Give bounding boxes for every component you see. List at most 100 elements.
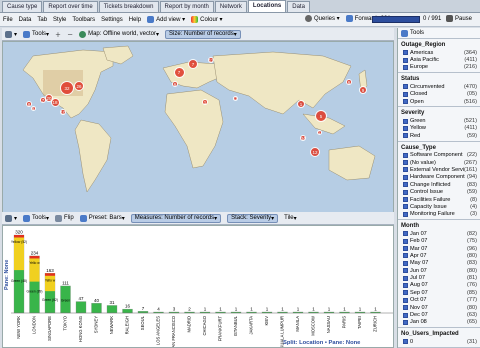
filter-item[interactable]: (No value) (267) — [398, 159, 480, 166]
bar[interactable] — [122, 308, 133, 314]
menu-toolbars[interactable]: Toolbars — [72, 17, 95, 23]
filter-item[interactable]: Yellow (411) — [398, 125, 480, 132]
checkbox[interactable] — [403, 238, 408, 244]
filter-item[interactable]: Asia Pacific (411) — [398, 56, 480, 63]
checkbox[interactable] — [403, 84, 408, 90]
checkbox[interactable] — [403, 204, 408, 210]
filter-item[interactable]: Hardware Component (94) — [398, 174, 480, 181]
map-bubble[interactable]: 7 — [173, 66, 185, 78]
size-selector[interactable]: Size: Number of records ▾ — [165, 29, 241, 39]
checkbox[interactable] — [403, 118, 408, 124]
add-view-button[interactable]: Add view ▾ — [147, 15, 185, 23]
map-bubble[interactable]: 12 — [310, 147, 320, 157]
map-settings-button[interactable]: ▾ — [5, 30, 17, 38]
bar[interactable] — [137, 311, 149, 314]
filter-item[interactable]: Mar 07 (96) — [398, 245, 480, 252]
filter-item[interactable]: Jul 07 (81) — [398, 274, 480, 281]
tab-report-over-time[interactable]: Report over time — [43, 1, 98, 12]
filter-item[interactable]: Europe (216) — [398, 64, 480, 71]
checkbox[interactable] — [403, 297, 408, 303]
filter-item[interactable]: Capacity Issue (4) — [398, 203, 480, 210]
map-bubble[interactable]: 7 — [188, 59, 198, 69]
filter-item[interactable]: Open (516) — [398, 98, 480, 105]
chart-settings-button[interactable]: ▾ — [5, 214, 17, 222]
checkbox[interactable] — [403, 57, 408, 63]
checkbox[interactable] — [403, 197, 408, 203]
tab-data[interactable]: Data — [287, 1, 310, 12]
filter-item[interactable]: Apr 07 (80) — [398, 252, 480, 259]
filter-item[interactable]: Jan 07 (82) — [398, 230, 480, 237]
map-bubble[interactable]: 6 — [172, 81, 178, 87]
menu-style[interactable]: Style — [53, 17, 66, 23]
map-bubble[interactable]: 7 — [40, 97, 46, 103]
flip-button[interactable]: Flip — [55, 214, 74, 222]
checkbox[interactable] — [403, 312, 408, 318]
filter-item[interactable]: Dec 07 (63) — [398, 311, 480, 318]
tab-network[interactable]: Network — [214, 1, 247, 12]
map-bubble[interactable]: 1 — [202, 99, 208, 105]
world-map[interactable]: 32 20 7 18 26 8 5 10 7 7 11 6 1 11 1 5 34 1 12 6 9 — [2, 41, 394, 213]
filter-item[interactable]: Control Issue (59) — [398, 188, 480, 195]
menu-data[interactable]: Data — [19, 17, 32, 23]
checkbox[interactable] — [403, 160, 408, 166]
filter-item[interactable]: Change Inflicted (83) — [398, 181, 480, 188]
filter-item[interactable]: May 07 (83) — [398, 260, 480, 267]
checkbox[interactable] — [403, 231, 408, 237]
checkbox[interactable] — [403, 50, 408, 56]
filter-item[interactable]: Software Component (22) — [398, 152, 480, 159]
checkbox[interactable] — [403, 64, 408, 70]
bar-segment-yellow[interactable] — [29, 255, 40, 282]
bar-chart[interactable]: Pane: None Yellow (52) Green (48) 320 NEW Y… — [2, 225, 394, 348]
map-bubble[interactable]: 26 — [74, 81, 84, 91]
zoom-out-button[interactable]: － — [67, 30, 73, 39]
filter-item[interactable]: Sep 07 (85) — [398, 289, 480, 296]
measures-selector[interactable]: Measures: Number of records ▾ — [130, 213, 222, 223]
checkbox[interactable] — [403, 99, 408, 105]
checkbox[interactable] — [403, 211, 408, 217]
filter-item[interactable]: External Vendor Servi (161) — [398, 166, 480, 173]
bar-segment-red[interactable] — [14, 235, 24, 238]
filter-item[interactable]: Feb 07 (75) — [398, 237, 480, 244]
checkbox[interactable] — [403, 133, 408, 139]
checkbox[interactable] — [403, 125, 408, 131]
checkbox[interactable] — [403, 246, 408, 251]
filter-item[interactable]: Closed (05) — [398, 91, 480, 98]
checkbox[interactable] — [403, 189, 408, 195]
menu-help[interactable]: Help — [129, 17, 141, 23]
zoom-in-button[interactable]: ＋ — [55, 30, 61, 39]
tab-cause-type[interactable]: Cause type — [2, 1, 43, 12]
map-picker[interactable]: Map: Offline world, vector ▾ — [79, 30, 159, 38]
checkbox[interactable] — [403, 260, 408, 266]
bar-segment-red[interactable] — [45, 273, 55, 276]
bar[interactable] — [106, 305, 118, 314]
filter-item[interactable]: Jan 08 (65) — [398, 319, 480, 326]
pause-button[interactable]: Pause — [446, 15, 472, 22]
filter-item[interactable]: Circumvented (470) — [398, 83, 480, 90]
bar-segment-red[interactable] — [29, 255, 40, 259]
filter-item[interactable]: Aug 07 (76) — [398, 282, 480, 289]
tile-selector[interactable]: Tile ▾ — [284, 215, 296, 222]
chart-tools-button[interactable]: Tools ▾ — [23, 214, 49, 222]
checkbox[interactable] — [403, 152, 408, 158]
checkbox[interactable] — [403, 319, 408, 325]
sidebar-tools-button[interactable]: Tools — [410, 30, 424, 36]
map-bubble[interactable]: 1 — [297, 100, 305, 108]
checkbox[interactable] — [403, 91, 408, 97]
filter-item[interactable]: Jun 07 (80) — [398, 267, 480, 274]
filter-item[interactable]: 0 (31) — [398, 338, 480, 345]
map-bubble[interactable]: 9 — [359, 86, 367, 94]
tab-tickets-breakdown[interactable]: Tickets breakdown — [98, 1, 159, 12]
filter-item[interactable]: Red (59) — [398, 132, 480, 139]
checkbox[interactable] — [403, 275, 408, 281]
tab-locations[interactable]: Locations — [247, 0, 287, 12]
checkbox[interactable] — [403, 174, 408, 180]
map-bubble[interactable]: 32 — [60, 81, 74, 95]
menu-tab[interactable]: Tab — [37, 17, 47, 23]
colour-button[interactable]: Colour ▾ — [191, 15, 223, 23]
filter-item[interactable]: Oct 07 (77) — [398, 297, 480, 304]
checkbox[interactable] — [403, 282, 408, 288]
map-bubble[interactable]: 5 — [315, 110, 327, 122]
map-bubble[interactable]: 10 — [60, 109, 66, 115]
checkbox[interactable] — [403, 167, 408, 173]
checkbox[interactable] — [403, 182, 408, 188]
